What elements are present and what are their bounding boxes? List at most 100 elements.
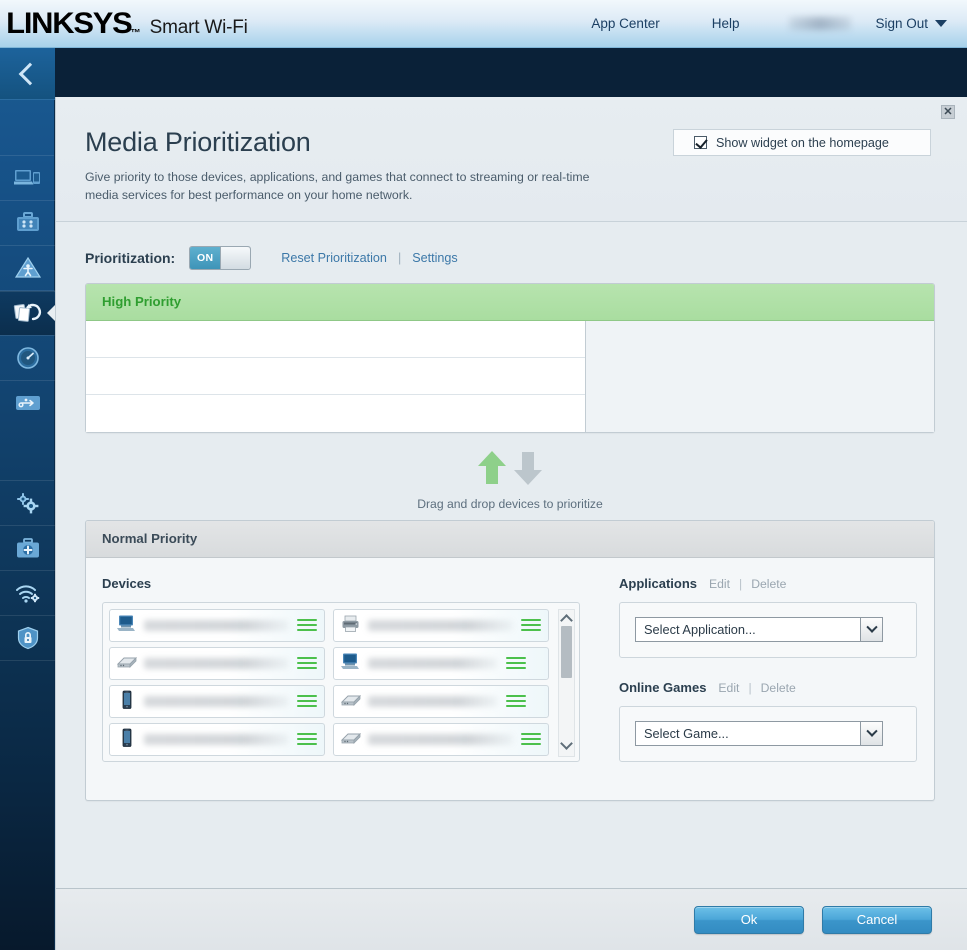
device-tile[interactable] xyxy=(333,608,549,642)
cancel-button[interactable]: Cancel xyxy=(822,905,932,934)
scroll-up-icon[interactable] xyxy=(560,613,573,627)
device-name-redacted xyxy=(144,657,289,669)
sidebar-item-guest-access[interactable] xyxy=(0,201,55,245)
high-priority-body xyxy=(86,320,934,432)
gears-icon xyxy=(16,493,38,514)
laptop-devices-icon xyxy=(13,170,40,185)
high-priority-slot[interactable] xyxy=(86,358,585,395)
application-select[interactable]: Select Application... xyxy=(635,617,883,643)
devices-grid xyxy=(109,608,549,762)
applications-delete-link[interactable]: Delete xyxy=(751,577,786,591)
game-select-container: Select Game... xyxy=(619,705,917,762)
drag-drop-hint: Drag and drop devices to prioritize xyxy=(85,433,935,520)
drag-handle-icon[interactable] xyxy=(521,733,541,746)
sidebar-spacer-mid xyxy=(0,425,54,481)
top-header-bar: LINKSYS ™ Smart Wi-Fi App Center Help Si… xyxy=(0,0,967,48)
settings-link[interactable]: Settings xyxy=(412,251,458,265)
devices-column: Devices xyxy=(102,576,602,784)
scrollbar-thumb[interactable] xyxy=(561,625,572,678)
link-separator: | xyxy=(397,250,402,265)
device-tile[interactable] xyxy=(333,761,549,762)
prioritization-row: Prioritization: ON Reset Prioritization … xyxy=(85,239,938,277)
checkbox-checked-icon[interactable] xyxy=(694,136,707,149)
smart-wifi-label: Smart Wi-Fi xyxy=(149,16,248,38)
device-name-redacted xyxy=(368,657,498,669)
devices-label: Devices xyxy=(102,575,152,591)
device-tile[interactable] xyxy=(109,646,325,680)
device-tile[interactable] xyxy=(109,722,325,756)
sidebar-item-connectivity[interactable] xyxy=(0,481,55,525)
sidebar-item-media-prioritization[interactable] xyxy=(0,291,55,335)
chevron-down-icon[interactable] xyxy=(860,618,882,642)
nav-help[interactable]: Help xyxy=(686,16,766,31)
sidebar-divider xyxy=(0,660,55,661)
high-priority-dropzone[interactable] xyxy=(86,320,586,432)
sidebar-item-speed-test[interactable] xyxy=(0,336,55,380)
device-tile[interactable] xyxy=(109,684,325,718)
devices-scrollbar[interactable] xyxy=(558,608,575,757)
drag-handle-icon[interactable] xyxy=(297,733,317,746)
sidebar-item-wireless[interactable] xyxy=(0,571,55,615)
sidebar-item-troubleshooting[interactable] xyxy=(0,526,55,570)
wifi-gear-icon xyxy=(15,585,39,603)
toggle-knob[interactable] xyxy=(220,246,251,269)
device-tile[interactable] xyxy=(333,646,549,680)
high-priority-panel: High Priority xyxy=(85,282,935,433)
drag-handle-icon[interactable] xyxy=(506,657,526,670)
sidebar-item-parental-controls[interactable] xyxy=(0,246,55,290)
applications-games-column: Applications Edit | Delete Select Applic… xyxy=(602,576,918,784)
chevron-down-icon[interactable] xyxy=(860,722,882,746)
application-select-container: Select Application... xyxy=(619,601,917,658)
device-tile[interactable] xyxy=(333,684,549,718)
sign-out-link[interactable]: Sign Out xyxy=(875,16,928,31)
toggle-state-label: ON xyxy=(190,246,221,269)
device-name-redacted xyxy=(144,619,289,631)
online-games-delete-link[interactable]: Delete xyxy=(761,681,796,695)
app-root: LINKSYS ™ Smart Wi-Fi App Center Help Si… xyxy=(0,0,967,950)
online-games-header: Online Games Edit | Delete xyxy=(619,680,918,695)
drag-handle-icon[interactable] xyxy=(506,695,526,708)
device-tile[interactable] xyxy=(333,722,549,756)
show-widget-checkbox-row[interactable]: Show widget on the homepage xyxy=(673,129,931,156)
high-priority-slot[interactable] xyxy=(86,395,585,432)
scroll-down-icon[interactable] xyxy=(560,736,573,750)
ok-button[interactable]: Ok xyxy=(694,905,804,934)
applications-link-separator: | xyxy=(739,576,743,591)
online-games-title: Online Games xyxy=(619,679,707,695)
reset-prioritization-link[interactable]: Reset Prioritization xyxy=(281,251,387,265)
device-name-redacted xyxy=(144,733,289,745)
content-header: Media Prioritization Give priority to th… xyxy=(56,97,967,222)
device-tile[interactable] xyxy=(109,761,325,762)
brand-logo[interactable]: LINKSYS ™ Smart Wi-Fi xyxy=(0,8,248,39)
high-priority-slot[interactable] xyxy=(86,321,585,358)
prioritization-toggle[interactable]: ON xyxy=(189,245,252,270)
applications-edit-link[interactable]: Edit xyxy=(709,577,730,591)
device-tile[interactable] xyxy=(109,608,325,642)
drag-handle-icon[interactable] xyxy=(297,657,317,670)
sign-out-menu[interactable]: Sign Out xyxy=(875,16,953,31)
arrow-down-icon xyxy=(514,451,542,485)
game-select-value: Select Game... xyxy=(644,726,729,742)
online-games-edit-link[interactable]: Edit xyxy=(718,681,739,695)
high-priority-header: High Priority xyxy=(86,283,934,321)
sidebar-back-button[interactable] xyxy=(0,48,55,100)
scrollbar-track[interactable] xyxy=(561,625,572,738)
sidebar-item-external-storage[interactable] xyxy=(0,381,55,425)
nav-app-center[interactable]: App Center xyxy=(565,16,685,31)
warning-triangle-icon xyxy=(14,256,41,278)
game-select[interactable]: Select Game... xyxy=(635,721,883,747)
page-description: Give priority to those devices, applicat… xyxy=(85,170,590,202)
device-name-redacted xyxy=(144,695,289,707)
drag-handle-icon[interactable] xyxy=(297,619,317,632)
devices-list-container[interactable] xyxy=(102,601,580,762)
high-priority-bandwidth-area xyxy=(586,320,934,432)
drag-handle-icon[interactable] xyxy=(521,619,541,632)
sidebar-item-device-list[interactable] xyxy=(0,156,55,200)
smartphone-icon xyxy=(116,728,138,750)
close-icon[interactable]: ✕ xyxy=(941,105,955,119)
sidebar-item-security[interactable] xyxy=(0,616,55,660)
shield-lock-icon xyxy=(17,626,38,650)
drag-handle-icon[interactable] xyxy=(297,695,317,708)
arrow-up-icon xyxy=(478,450,506,484)
briefcase-icon xyxy=(16,212,39,231)
